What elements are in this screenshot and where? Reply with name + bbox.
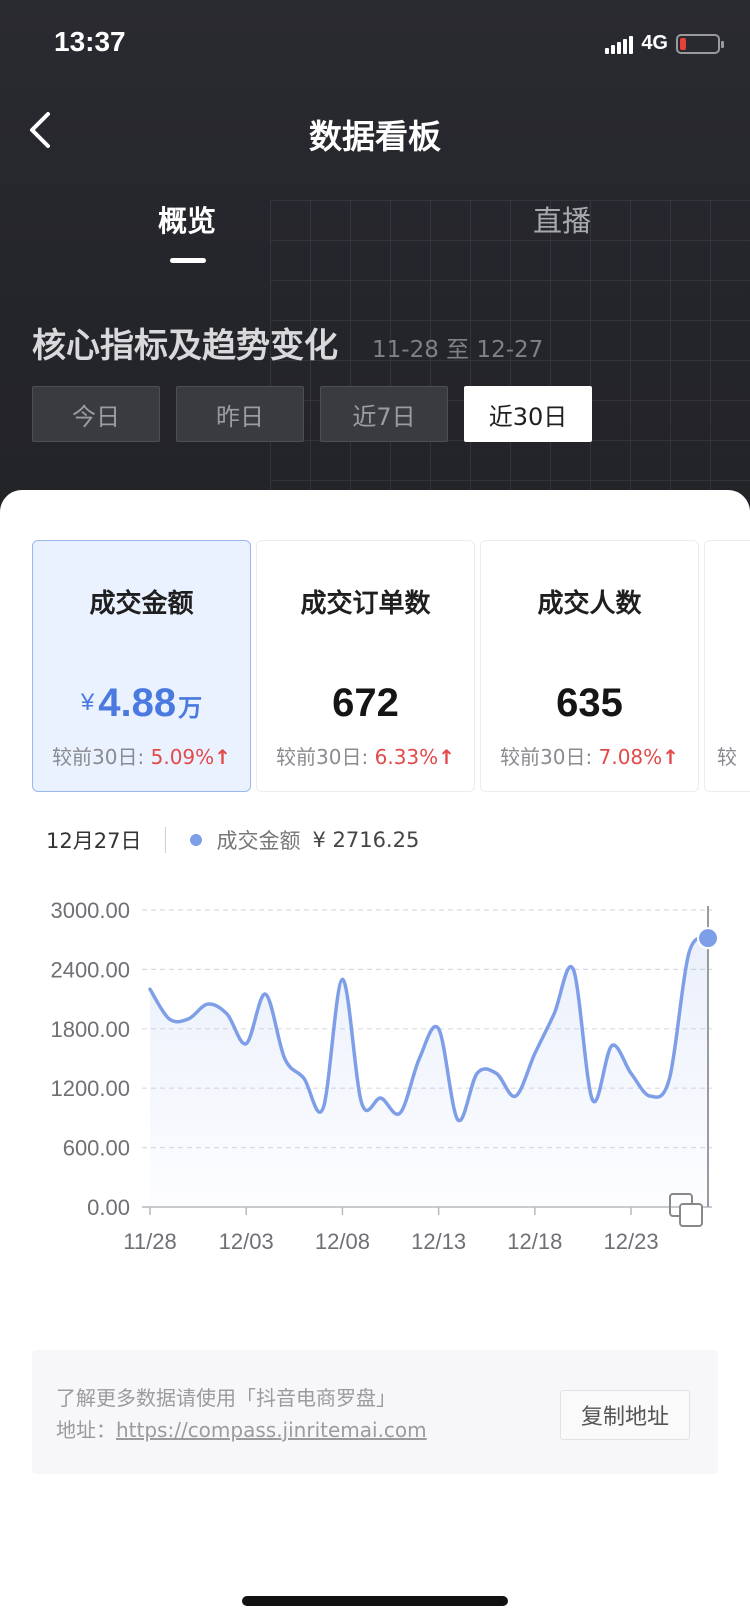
metric-value: 672 xyxy=(332,681,399,725)
tab-indicator xyxy=(170,258,206,263)
compare-value: 7.08% xyxy=(598,745,663,769)
metric-name: 成交金额 xyxy=(89,589,194,619)
legend-series-value: ¥ 2716.25 xyxy=(312,828,420,852)
currency-symbol: ¥ xyxy=(80,689,95,716)
x-tick-label: 11/28 xyxy=(123,1229,176,1254)
compare-label: 较前30日: xyxy=(52,745,145,769)
home-indicator xyxy=(242,1596,508,1606)
range-selector: 今日 昨日 近7日 近30日 xyxy=(32,386,592,442)
metric-name: 成交人数 xyxy=(537,589,642,619)
arrow-up-icon: ↑ xyxy=(662,745,679,769)
compare-label: 较前30日: xyxy=(276,745,369,769)
metric-compare: 较前30日: 6.33%↑ xyxy=(257,741,474,770)
page-title: 数据看板 xyxy=(309,117,441,156)
trend-chart[interactable]: 0.00 600.00 1200.00 1800.00 2400.00 3000.00 11… xyxy=(0,880,750,1260)
highlight-point xyxy=(697,927,719,950)
range-yesterday-button[interactable]: 昨日 xyxy=(176,386,304,442)
range-today-button[interactable]: 今日 xyxy=(32,386,160,442)
arrow-up-icon: ↑ xyxy=(438,745,455,769)
metric-unit: 万 xyxy=(178,695,203,722)
info-box: 了解更多数据请使用「抖音电商罗盘」 地址：https://compass.jin… xyxy=(32,1350,718,1474)
y-tick-label: 1800.00 xyxy=(50,1017,130,1042)
info-address: 地址：https://compass.jinritemai.com xyxy=(56,1414,427,1443)
metric-number: 4.88 xyxy=(98,681,177,725)
section-title: 核心指标及趋势变化 xyxy=(32,326,338,366)
legend-divider xyxy=(165,827,167,853)
compass-link[interactable]: https://compass.jinritemai.com xyxy=(116,1418,427,1442)
metric-cards[interactable]: 成交金额 ¥4.88万 较前30日: 5.09%↑ 成交订单数 672 较前30… xyxy=(32,540,750,800)
metric-card-buyers[interactable]: 成交人数 635 较前30日: 7.08%↑ xyxy=(480,540,699,792)
status-icons: 4G xyxy=(605,32,724,55)
chart-legend: 12月27日 成交金额 ¥ 2716.25 xyxy=(46,825,419,855)
range-7days-button[interactable]: 近7日 xyxy=(320,386,448,442)
date-range: 11-28 至 12-27 xyxy=(372,337,544,363)
address-label: 地址： xyxy=(56,1418,116,1442)
y-tick-label: 1200.00 xyxy=(50,1076,130,1101)
range-30days-button[interactable]: 近30日 xyxy=(464,386,592,442)
network-label: 4G xyxy=(641,32,668,54)
metric-card-partial[interactable]: 较 xyxy=(704,540,750,792)
metric-value: 635 xyxy=(556,681,623,725)
metric-card-gmv[interactable]: 成交金额 ¥4.88万 较前30日: 5.09%↑ xyxy=(32,540,251,792)
info-text: 了解更多数据请使用「抖音电商罗盘」 xyxy=(56,1386,396,1410)
metric-compare: 较前30日: 7.08%↑ xyxy=(481,741,698,770)
x-tick-label: 12/23 xyxy=(604,1229,659,1254)
y-tick-label: 600.00 xyxy=(63,1136,130,1161)
status-time: 13:37 xyxy=(54,26,126,57)
series-area xyxy=(150,937,708,1207)
metric-value: ¥4.88万 xyxy=(33,681,250,726)
tab-live[interactable]: 直播 xyxy=(533,198,591,240)
arrow-up-icon: ↑ xyxy=(214,745,231,769)
y-tick-label: 0.00 xyxy=(87,1195,130,1220)
x-tick-label: 12/13 xyxy=(411,1229,466,1254)
metric-name: 成交订单数 xyxy=(300,589,431,619)
metric-compare: 较前30日: 5.09%↑ xyxy=(33,741,250,770)
copy-address-button[interactable]: 复制地址 xyxy=(560,1390,690,1440)
y-tick-label: 3000.00 xyxy=(50,898,130,923)
compare-value: 6.33% xyxy=(374,745,439,769)
signal-icon xyxy=(605,34,634,54)
legend-dot xyxy=(190,834,203,846)
compare-value: 5.09% xyxy=(150,745,215,769)
y-tick-label: 2400.00 xyxy=(50,957,130,982)
tab-overview[interactable]: 概览 xyxy=(158,198,216,240)
header: 13:37 4G 数据看板 概览 直播 核心指标及趋势变化 11-28 至 12… xyxy=(0,0,750,520)
x-tick-label: 12/08 xyxy=(315,1229,370,1254)
metric-compare: 较 xyxy=(717,745,737,769)
content-sheet: 成交金额 ¥4.88万 较前30日: 5.09%↑ 成交订单数 672 较前30… xyxy=(0,490,750,1624)
copy-icon[interactable] xyxy=(668,1192,706,1230)
battery-icon xyxy=(676,33,724,54)
metric-card-orders[interactable]: 成交订单数 672 较前30日: 6.33%↑ xyxy=(256,540,475,792)
x-tick-label: 12/18 xyxy=(507,1229,562,1254)
x-tick-label: 12/03 xyxy=(219,1229,274,1254)
legend-series-name: 成交金额 xyxy=(216,829,301,853)
legend-date: 12月27日 xyxy=(46,829,142,853)
compare-label: 较前30日: xyxy=(500,745,593,769)
